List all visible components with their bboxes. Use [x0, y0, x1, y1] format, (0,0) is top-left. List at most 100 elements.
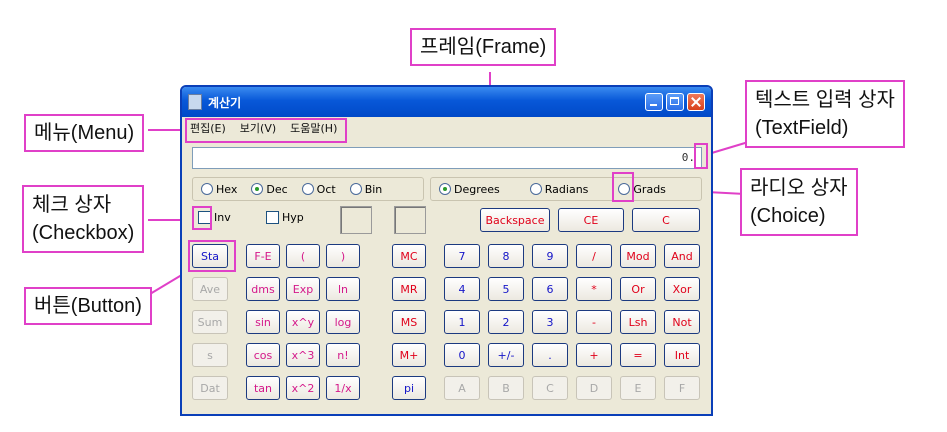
function-button[interactable]: ln [326, 277, 360, 301]
button-callout-text: 버튼(Button) [34, 295, 142, 317]
minimize-button[interactable] [645, 93, 663, 111]
radio-hex[interactable]: Hex [201, 183, 237, 196]
frame-callout: 프레임(Frame) [410, 28, 557, 66]
keypad-button[interactable]: * [576, 277, 612, 301]
function-button[interactable]: ( [286, 244, 320, 268]
keypad-button[interactable]: And [664, 244, 700, 268]
function-button[interactable]: tan [246, 376, 280, 400]
checkbox-inv-label: Inv [214, 211, 231, 224]
radio-dec-dot [251, 183, 264, 195]
radio-oct[interactable]: Oct [301, 182, 336, 196]
function-button[interactable]: dms [246, 277, 280, 301]
function-button[interactable]: x^y [286, 310, 320, 334]
keypad-button[interactable]: 4 [444, 277, 480, 301]
radio-dec-label: Dec [266, 182, 288, 196]
textfield-highlight [694, 143, 708, 169]
keypad-button[interactable]: Xor [664, 277, 700, 301]
checkbox-hyp[interactable]: Hyp [266, 211, 304, 224]
keypad-button[interactable]: Or [620, 277, 656, 301]
function-button[interactable]: n! [326, 343, 360, 367]
function-button[interactable]: cos [246, 343, 280, 367]
calculator-icon [188, 94, 202, 110]
menu-callout: 메뉴(Menu) [24, 114, 145, 152]
keypad-button[interactable]: 1 [444, 310, 480, 334]
checkbox-hyp-box [266, 211, 279, 224]
radio-radians-label: Radians [544, 182, 589, 196]
function-button[interactable]: 1/x [326, 376, 360, 400]
function-button[interactable]: ) [326, 244, 360, 268]
keypad-button[interactable]: Mod [620, 244, 656, 268]
memory-button[interactable]: MR [392, 277, 426, 301]
function-button[interactable]: Exp [286, 277, 320, 301]
keypad-button[interactable]: F [664, 376, 700, 400]
radio-hex-dot [201, 183, 213, 195]
choice-callout-line1: 라디오 상자 [750, 177, 848, 199]
choice-callout: 라디오 상자 (Choice) [740, 168, 858, 236]
keypad-button[interactable]: 6 [532, 277, 568, 301]
memory-button[interactable]: pi [392, 376, 426, 400]
radio-degrees-dot [439, 183, 451, 195]
clear-button[interactable]: C [632, 208, 700, 232]
radio-bin[interactable]: Bin [349, 182, 383, 196]
stat-button[interactable]: Ave [192, 277, 228, 301]
keypad-button[interactable]: 3 [532, 310, 568, 334]
radio-oct-label: Oct [316, 182, 336, 196]
maximize-button[interactable] [666, 93, 684, 111]
radio-degrees[interactable]: Degrees [439, 183, 500, 196]
radio-dec[interactable]: Dec [251, 182, 288, 196]
stat-button[interactable]: s [192, 343, 228, 367]
keypad-button[interactable]: = [620, 343, 656, 367]
keypad-button[interactable]: 0 [444, 343, 480, 367]
keypad-button[interactable]: +/- [488, 343, 524, 367]
frame-callout-text: 프레임(Frame) [420, 36, 547, 58]
window-title: 계산기 [208, 95, 242, 110]
choice-highlight [612, 172, 634, 202]
menu-highlight [185, 118, 347, 143]
keypad-button[interactable]: 5 [488, 277, 524, 301]
radio-oct-dot [301, 183, 314, 195]
keypad-button[interactable]: D [576, 376, 612, 400]
keypad-button[interactable]: E [620, 376, 656, 400]
keypad-button[interactable]: Lsh [620, 310, 656, 334]
checkbox-hyp-label: Hyp [282, 211, 304, 224]
textfield-callout-line2: (TextField) [755, 117, 849, 139]
ce-button[interactable]: CE [558, 208, 624, 232]
textfield-callout: 텍스트 입력 상자 (TextField) [745, 80, 905, 148]
title-bar[interactable]: 계산기 [182, 87, 711, 117]
keypad-button[interactable]: 2 [488, 310, 524, 334]
keypad-button[interactable]: Not [664, 310, 700, 334]
keypad-button[interactable]: . [532, 343, 568, 367]
keypad-button[interactable]: + [576, 343, 612, 367]
keypad-button[interactable]: B [488, 376, 524, 400]
button-highlight [188, 240, 236, 272]
function-button[interactable]: log [326, 310, 360, 334]
radio-radians[interactable]: Radians [529, 182, 589, 196]
keypad-button[interactable]: A [444, 376, 480, 400]
function-button[interactable]: F-E [246, 244, 280, 268]
keypad-button[interactable]: 9 [532, 244, 568, 268]
function-button[interactable]: x^2 [286, 376, 320, 400]
number-system-group: Hex Dec Oct Bin [192, 177, 424, 201]
radio-bin-label: Bin [364, 182, 383, 196]
function-button[interactable]: x^3 [286, 343, 320, 367]
backspace-button[interactable]: Backspace [480, 208, 550, 232]
memory-button[interactable]: M+ [392, 343, 426, 367]
keypad-button[interactable]: Int [664, 343, 700, 367]
radio-bin-dot [349, 183, 362, 195]
keypad-button[interactable]: / [576, 244, 612, 268]
radio-radians-dot [529, 183, 542, 195]
close-button[interactable] [687, 93, 705, 111]
keypad-button[interactable]: 7 [444, 244, 480, 268]
keypad-button[interactable]: C [532, 376, 568, 400]
memory-button[interactable]: MC [392, 244, 426, 268]
keypad-button[interactable]: - [576, 310, 612, 334]
stat-button[interactable]: Sum [192, 310, 228, 334]
keypad-button[interactable]: 8 [488, 244, 524, 268]
display-field[interactable]: 0. [192, 147, 702, 169]
button-callout: 버튼(Button) [24, 287, 152, 325]
function-button[interactable]: sin [246, 310, 280, 334]
checkbox-callout-line1: 체크 상자 [32, 194, 112, 216]
checkbox-callout: 체크 상자 (Checkbox) [22, 185, 145, 253]
stat-button[interactable]: Dat [192, 376, 228, 400]
memory-button[interactable]: MS [392, 310, 426, 334]
